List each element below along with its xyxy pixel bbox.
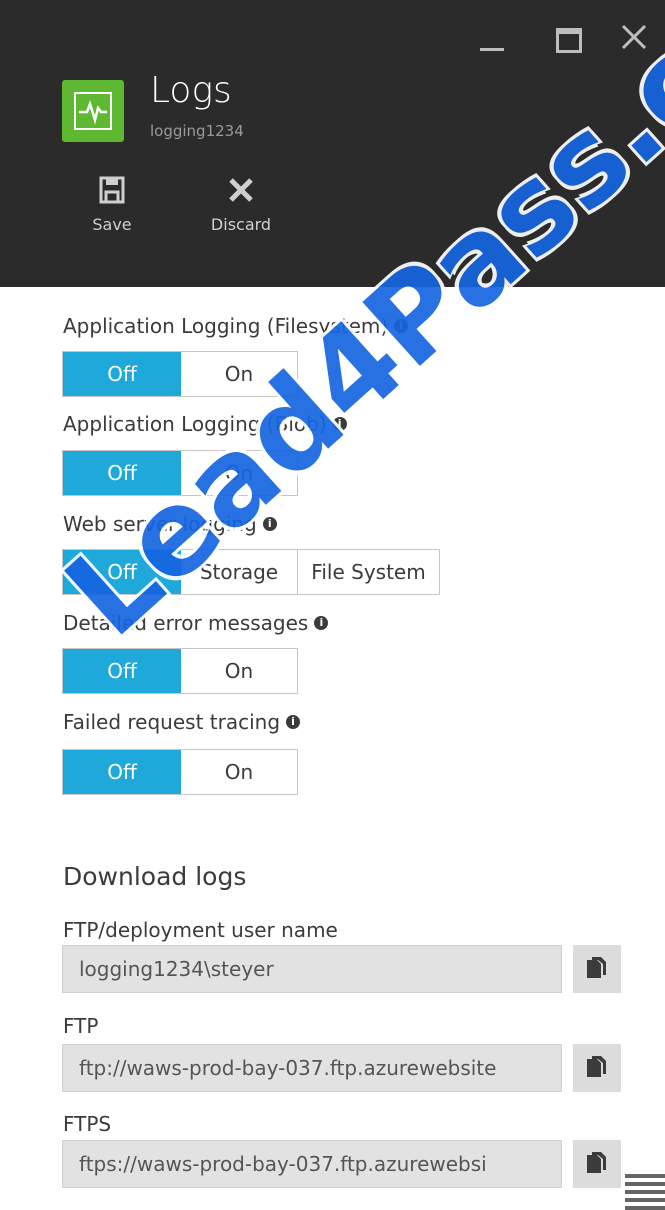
setting-label-app-logging-blob: Application Logging (Blob) i (63, 412, 347, 436)
option-off[interactable]: Off (63, 750, 181, 794)
logs-app-icon (62, 80, 124, 142)
page-title: Logs (150, 70, 232, 111)
field-label-ftps: FTPS (63, 1112, 112, 1136)
option-on[interactable]: On (181, 649, 297, 693)
option-on[interactable]: On (181, 352, 297, 396)
field-label-ftp: FTP (63, 1014, 99, 1038)
toggle-app-logging-blob[interactable]: Off On (62, 450, 298, 496)
option-on[interactable]: On (181, 750, 297, 794)
setting-label-text: Web server logging (63, 512, 257, 536)
info-icon[interactable]: i (332, 416, 347, 431)
info-icon[interactable]: i (394, 318, 409, 333)
copy-ftp-button[interactable] (573, 1044, 621, 1092)
option-storage[interactable]: Storage (181, 550, 297, 594)
option-off[interactable]: Off (63, 649, 181, 693)
blade-header: Logs logging1234 Save Discard (0, 0, 665, 287)
download-logs-heading: Download logs (63, 862, 247, 891)
copy-icon (587, 1152, 606, 1173)
copy-icon (587, 957, 606, 978)
discard-label: Discard (210, 215, 272, 234)
setting-label-text: Application Logging (Filesystem) (63, 314, 389, 338)
ftps-url-field[interactable]: ftps://waws-prod-bay-037.ftp.azurewebsi (62, 1140, 562, 1188)
setting-label-detailed-errors: Detailed error messages i (63, 611, 329, 635)
option-off[interactable]: Off (63, 550, 181, 594)
copy-ftps-button[interactable] (573, 1140, 621, 1188)
info-icon[interactable]: i (314, 615, 329, 630)
toggle-web-server-logging[interactable]: Off Storage File System (62, 549, 440, 595)
page-subtitle: logging1234 (150, 122, 244, 140)
discard-icon (229, 178, 253, 202)
info-icon[interactable]: i (286, 714, 301, 729)
toggle-failed-request-tracing[interactable]: Off On (62, 749, 298, 795)
close-icon[interactable] (617, 18, 657, 58)
qr-code (625, 1170, 665, 1210)
setting-label-text: Failed request tracing (63, 710, 281, 734)
field-label-ftp-user: FTP/deployment user name (63, 918, 338, 942)
maximize-icon[interactable] (548, 18, 588, 58)
toggle-detailed-errors[interactable]: Off On (62, 648, 298, 694)
copy-icon (587, 1056, 606, 1077)
discard-button[interactable]: Discard (196, 175, 286, 234)
save-button[interactable]: Save (82, 175, 142, 234)
save-icon (99, 176, 125, 204)
option-on[interactable]: On (181, 451, 297, 495)
info-icon[interactable]: i (262, 516, 277, 531)
setting-label-text: Application Logging (Blob) (63, 412, 327, 436)
setting-label-app-logging-fs: Application Logging (Filesystem) i (63, 314, 409, 338)
option-off[interactable]: Off (63, 352, 181, 396)
option-file-system[interactable]: File System (297, 550, 439, 594)
option-off[interactable]: Off (63, 451, 181, 495)
setting-label-failed-request-tracing: Failed request tracing i (63, 710, 301, 734)
toggle-app-logging-fs[interactable]: Off On (62, 351, 298, 397)
ftp-url-field[interactable]: ftp://waws-prod-bay-037.ftp.azurewebsite (62, 1044, 562, 1092)
save-label: Save (92, 215, 132, 234)
ftp-user-field[interactable]: logging1234\steyer (62, 945, 562, 993)
copy-ftp-user-button[interactable] (573, 945, 621, 993)
setting-label-text: Detailed error messages (63, 611, 309, 635)
minimize-icon[interactable] (470, 18, 510, 58)
setting-label-web-server-logging: Web server logging i (63, 512, 277, 536)
